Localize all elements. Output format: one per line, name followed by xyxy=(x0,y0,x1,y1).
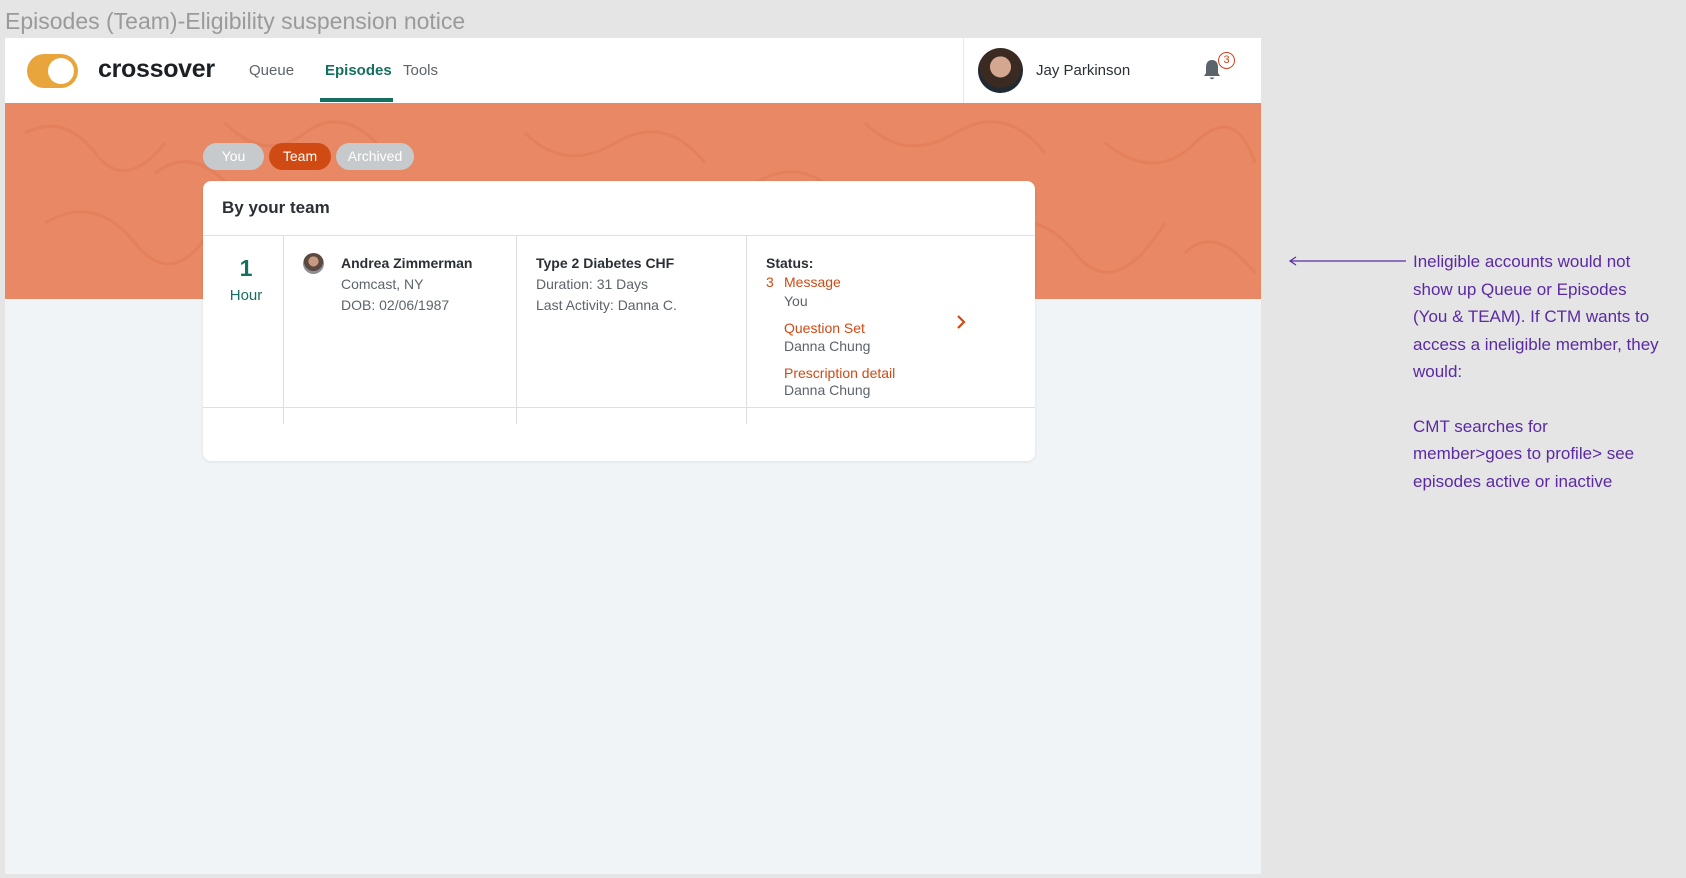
column-divider xyxy=(283,236,284,424)
annotation-spacer xyxy=(1413,386,1675,413)
nav-tab-episodes[interactable]: Episodes xyxy=(325,62,392,79)
filter-pill-you[interactable]: You xyxy=(203,143,264,170)
notification-badge: 3 xyxy=(1218,52,1235,69)
status-prescription-detail[interactable]: Prescription detail xyxy=(784,365,895,381)
annotation-arrow-icon xyxy=(1288,256,1406,266)
annotation-note: Ineligible accounts would not show up Qu… xyxy=(1413,248,1675,495)
annotation-line: access a ineligible member, they xyxy=(1413,334,1659,354)
column-divider xyxy=(516,236,517,424)
status-prescription-assignee: Danna Chung xyxy=(784,382,871,398)
toggle-switch[interactable] xyxy=(27,54,78,88)
status-question-set[interactable]: Question Set xyxy=(784,320,865,336)
status-count-message: 3 xyxy=(766,274,774,290)
frame-title: Episodes (Team)-Eligibility suspension n… xyxy=(5,8,466,34)
episode-time-value: 1 xyxy=(239,255,253,281)
status-question-set-assignee: Danna Chung xyxy=(784,338,871,354)
column-divider xyxy=(746,236,747,424)
top-navigation-bar: crossover Queue Episodes Tools Jay Parki… xyxy=(5,38,1261,103)
episode-row[interactable]: 1 Hour Andrea Zimmerman Comcast, NY DOB:… xyxy=(203,236,1035,424)
user-area: Jay Parkinson 3 xyxy=(963,38,1261,103)
toggle-knob xyxy=(48,58,74,84)
nav-tab-tools[interactable]: Tools xyxy=(403,62,438,79)
patient-avatar xyxy=(303,253,324,274)
annotation-line: show up Queue or Episodes xyxy=(1413,279,1627,299)
active-tab-indicator xyxy=(320,98,393,102)
patient-name[interactable]: Andrea Zimmerman xyxy=(341,255,472,271)
episode-condition: Type 2 Diabetes CHF xyxy=(536,255,675,271)
chevron-right-icon[interactable] xyxy=(955,314,967,330)
patient-location: Comcast, NY xyxy=(341,276,424,292)
annotation-line: CMT searches for xyxy=(1413,416,1548,436)
episode-duration: Duration: 31 Days xyxy=(536,276,649,292)
card-title: By your team xyxy=(222,198,330,217)
filter-pill-team[interactable]: Team xyxy=(269,143,331,170)
status-message-assignee: You xyxy=(784,293,808,309)
status-label: Status: xyxy=(766,255,814,271)
brand-logo: crossover xyxy=(98,55,215,83)
user-name[interactable]: Jay Parkinson xyxy=(1036,62,1130,79)
annotation-line: (You & TEAM). If CTM wants to xyxy=(1413,307,1650,326)
annotation-line: would: xyxy=(1413,362,1463,381)
annotation-line: episodes active or inactive xyxy=(1413,471,1613,491)
episode-last-activity: Last Activity: Danna C. xyxy=(536,297,677,313)
patient-dob: DOB: 02/06/1987 xyxy=(341,297,450,313)
episode-time-unit: Hour xyxy=(229,287,263,304)
annotation-line: member>goes to profile> see xyxy=(1413,444,1635,463)
episodes-card: By your team 1 Hour Andrea Zimmerman Com… xyxy=(203,181,1035,461)
annotation-line: Ineligible accounts would not xyxy=(1413,252,1631,271)
divider xyxy=(203,407,1035,408)
filter-pill-archived[interactable]: Archived xyxy=(336,143,414,170)
status-message[interactable]: Message xyxy=(784,274,841,290)
nav-tab-queue[interactable]: Queue xyxy=(249,62,294,79)
app-frame: crossover Queue Episodes Tools Jay Parki… xyxy=(5,38,1261,874)
user-avatar[interactable] xyxy=(978,48,1023,93)
